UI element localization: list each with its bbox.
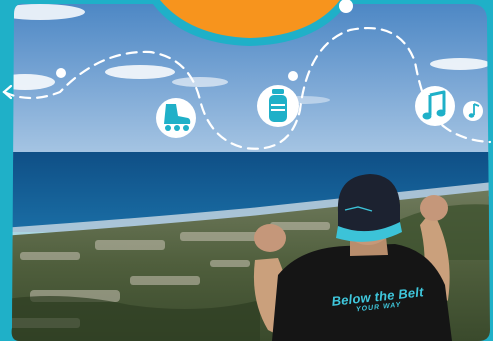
path-dot xyxy=(288,71,298,81)
music-note-icon xyxy=(415,86,455,126)
left-fist xyxy=(254,224,286,252)
water-bottle-icon xyxy=(257,85,299,127)
hero-banner: Below the Belt YOUR WAY xyxy=(0,0,493,341)
rollerskate-icon xyxy=(156,98,196,138)
path-dot xyxy=(56,68,66,78)
right-fist xyxy=(420,195,448,221)
music-note-small-icon xyxy=(463,101,483,121)
